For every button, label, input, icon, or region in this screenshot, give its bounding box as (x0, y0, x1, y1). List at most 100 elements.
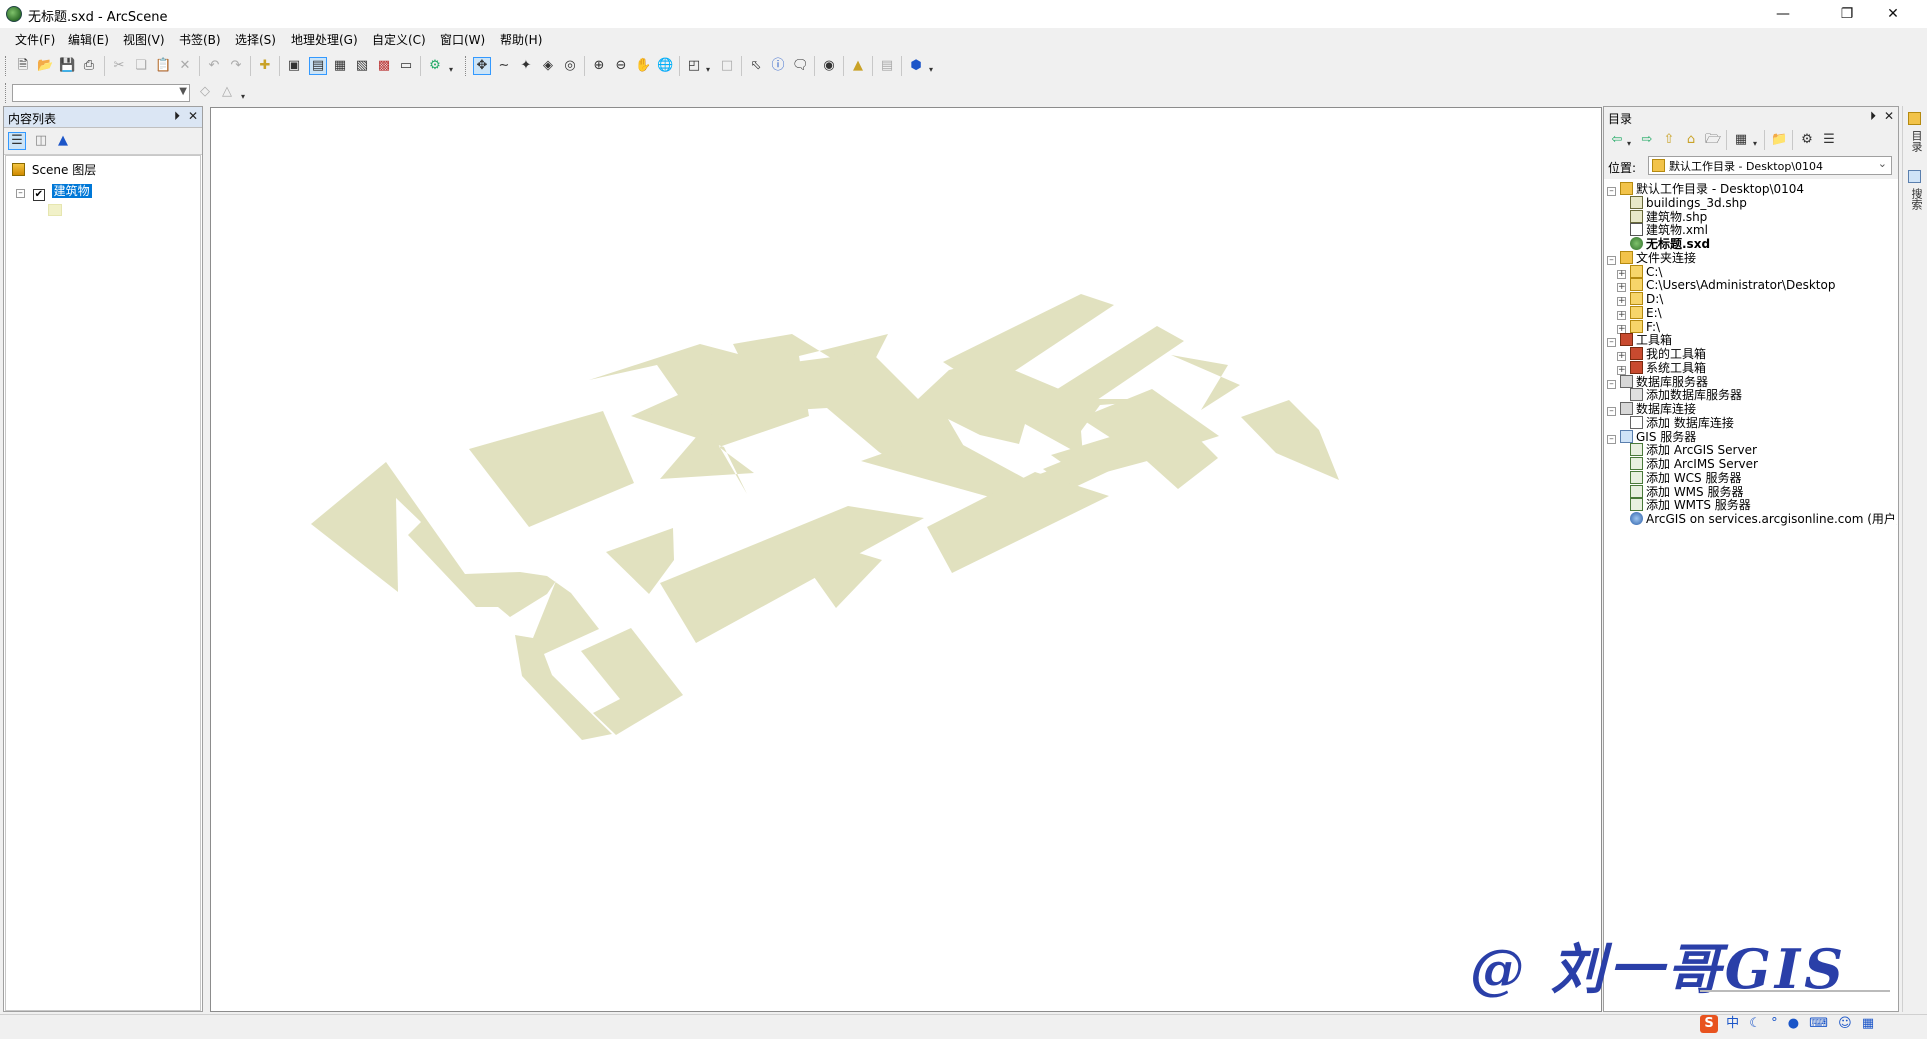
menu-file[interactable]: 文件(F) (15, 31, 55, 48)
edit-vertices-icon[interactable]: ◇ (196, 83, 214, 101)
catalog-tab-icon[interactable] (1908, 112, 1921, 125)
minimize-icon[interactable]: — (1760, 0, 1806, 28)
open-folder-icon[interactable]: 📂 (36, 57, 54, 75)
home-icon[interactable]: ⌂ (1682, 131, 1700, 149)
toggle-contents-icon[interactable]: ⚙ (1798, 131, 1816, 149)
close-icon[interactable]: ✕ (1870, 0, 1916, 28)
menu-windows[interactable]: 窗口(W) (440, 31, 485, 48)
collapse-icon[interactable]: – (1607, 338, 1616, 348)
collapse-icon[interactable]: – (1607, 255, 1616, 265)
collapse-icon[interactable]: – (1607, 407, 1616, 416)
ime-indicator[interactable]: S 中 ☾ ° ● ⌨ ☺ ▦ (1700, 1012, 1874, 1036)
model-builder-icon[interactable]: ⚙ (426, 57, 444, 75)
toolbar-grip[interactable] (465, 56, 469, 76)
zoom-to-target-icon[interactable]: ◈ (539, 57, 557, 75)
menu-help[interactable]: 帮助(H) (500, 31, 542, 48)
forward-arrow-icon[interactable]: ⇨ (1638, 131, 1656, 149)
collapse-icon[interactable]: – (16, 189, 25, 198)
copy-icon[interactable]: ❏ (132, 57, 150, 75)
full-extent-globe-icon[interactable]: 🌐 (656, 57, 674, 75)
select-features-icon[interactable]: ◰ (685, 57, 703, 75)
menu-edit[interactable]: 编辑(E) (68, 31, 109, 48)
map-view-icon[interactable]: ▣ (285, 57, 303, 75)
scene-layers-root[interactable]: Scene 图层 (12, 162, 96, 179)
navigate-icon[interactable]: ✥ (473, 57, 491, 75)
connect-folder-icon[interactable]: 🗁 (1704, 131, 1722, 149)
ime-moon-icon[interactable]: ☾ (1749, 1016, 1761, 1031)
measure-icon[interactable]: ▲ (849, 57, 867, 75)
up-one-level-icon[interactable]: ⇧ (1660, 131, 1678, 149)
list-by-visibility-icon[interactable]: ▲ (54, 132, 72, 150)
pan-hand-icon[interactable]: ✋ (634, 57, 652, 75)
set-observer-icon[interactable]: ◎ (561, 57, 579, 75)
toolbar-grip[interactable] (5, 56, 9, 76)
redo-icon[interactable]: ↷ (227, 57, 245, 75)
toolbar-grip[interactable] (5, 83, 9, 103)
html-popup-icon[interactable]: 🗨 (791, 57, 809, 75)
search-tab-icon[interactable] (1908, 170, 1921, 183)
layer-symbol-swatch[interactable] (48, 204, 62, 216)
view-grid-icon[interactable]: ▦ (1732, 131, 1750, 149)
menu-view[interactable]: 视图(V) (123, 31, 165, 48)
find-binoculars-icon[interactable]: ◉ (820, 57, 838, 75)
back-dropdown-icon[interactable]: ▾ (1624, 135, 1634, 153)
add-data-icon[interactable]: ✚ (256, 57, 274, 75)
list-by-source-icon[interactable]: ◫ (32, 132, 50, 150)
toc-window-icon[interactable]: ▤ (309, 57, 327, 75)
animation-icon[interactable]: ▤ (878, 57, 896, 75)
ime-microphone-icon[interactable]: ● (1788, 1016, 1799, 1031)
options-icon[interactable]: ☰ (1820, 131, 1838, 149)
location-combobox[interactable]: 默认工作目录 - Desktop\0104 ⌄ (1648, 156, 1892, 175)
collapse-icon[interactable]: – (1607, 187, 1616, 196)
ime-grid-icon[interactable]: ▦ (1862, 1016, 1874, 1031)
collapse-icon[interactable]: – (1607, 434, 1616, 444)
select-dropdown-icon[interactable]: ▾ (703, 61, 713, 79)
paste-icon[interactable]: 📋 (154, 57, 172, 75)
print-icon[interactable]: ⎙ (80, 57, 98, 75)
identify-icon[interactable]: ⓘ (769, 57, 787, 75)
clear-selection-icon[interactable]: □ (718, 57, 736, 75)
zoom-in-icon[interactable]: ⊕ (590, 57, 608, 75)
delete-icon[interactable]: ✕ (176, 57, 194, 75)
search-window-icon[interactable]: ▧ (353, 57, 371, 75)
layer-name-label[interactable]: 建筑物 (51, 184, 92, 198)
scene-properties-icon[interactable]: ⬢ (907, 57, 925, 75)
view-dropdown-icon[interactable]: ▾ (1750, 135, 1760, 153)
layer-combobox[interactable]: ▼ (12, 84, 190, 102)
catalog-side-tab[interactable]: 目录 (1906, 130, 1924, 152)
pin-icon[interactable]: ⏵ (174, 109, 180, 124)
scene-canvas[interactable] (211, 108, 1601, 1011)
sketch-tool-icon[interactable]: △ (218, 83, 236, 101)
python-window-icon[interactable]: ▭ (397, 57, 415, 75)
cut-icon[interactable]: ✂ (110, 57, 128, 75)
ime-punctuation-icon[interactable]: ° (1771, 1016, 1778, 1031)
menu-customize[interactable]: 自定义(C) (372, 31, 426, 48)
ime-keyboard-icon[interactable]: ⌨ (1809, 1016, 1828, 1031)
catalog-scrollbar[interactable] (1700, 990, 1890, 992)
close-icon[interactable]: ✕ (1884, 109, 1894, 123)
menu-geoprocessing[interactable]: 地理处理(G) (291, 31, 358, 48)
center-target-icon[interactable]: ✦ (517, 57, 535, 75)
menu-selection[interactable]: 选择(S) (235, 31, 276, 48)
layer-row-buildings[interactable]: – ✔ 建筑物 (16, 183, 92, 201)
arctoolbox-icon[interactable]: ▩ (375, 57, 393, 75)
fly-icon[interactable]: ∼ (495, 57, 513, 75)
toolbar-overflow-icon[interactable]: ▾ (238, 88, 248, 106)
ime-user-icon[interactable]: ☺ (1838, 1016, 1852, 1031)
save-icon[interactable]: 💾 (58, 57, 76, 75)
select-elements-arrow-icon[interactable]: ⬁ (747, 57, 765, 75)
toolbar-overflow-icon[interactable]: ▾ (926, 61, 936, 79)
search-side-tab[interactable]: 搜索 (1906, 188, 1924, 210)
zoom-out-icon[interactable]: ⊖ (612, 57, 630, 75)
pin-icon[interactable]: ⏵ (1870, 109, 1876, 124)
toolbar-dropdown-icon[interactable]: ▾ (446, 61, 456, 79)
catalog-window-icon[interactable]: ▦ (331, 57, 349, 75)
collapse-icon[interactable]: – (1607, 379, 1616, 389)
undo-icon[interactable]: ↶ (205, 57, 223, 75)
new-folder-icon[interactable]: 📁 (1770, 131, 1788, 149)
menu-bookmarks[interactable]: 书签(B) (179, 31, 221, 48)
layer-visibility-checkbox[interactable]: ✔ (32, 189, 45, 201)
restore-icon[interactable]: ❐ (1824, 0, 1870, 28)
new-document-icon[interactable]: 🗎 (14, 57, 32, 75)
close-icon[interactable]: ✕ (188, 109, 198, 123)
